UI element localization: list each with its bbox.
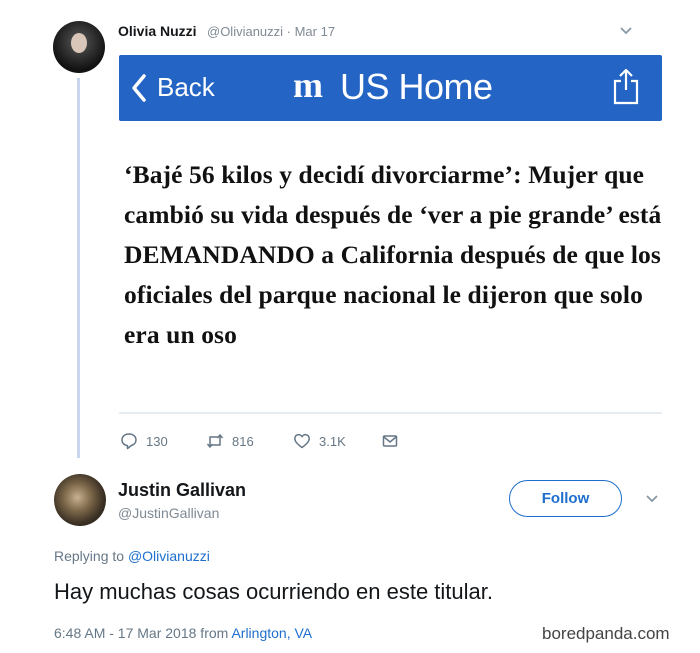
reply-count: 130 (146, 433, 168, 449)
author-name[interactable]: Justin Gallivan (118, 480, 246, 501)
retweet-action[interactable]: 816 (206, 430, 254, 452)
share-icon (613, 68, 639, 105)
back-label: Back (157, 72, 215, 102)
follow-button[interactable]: Follow (509, 480, 622, 517)
avatar[interactable] (53, 21, 105, 73)
replying-to: Replying to @Olivianuzzi (54, 548, 210, 564)
replying-mention-link[interactable]: @Olivianuzzi (128, 548, 210, 564)
tweet-location-link[interactable]: Arlington, VA (231, 625, 312, 641)
site-logo: m (293, 65, 323, 105)
card-divider (119, 412, 662, 414)
author-handle-date: @Olivianuzzi · Mar 17 (207, 24, 336, 39)
like-count: 3.1K (319, 433, 346, 449)
author-handle: @JustinGallivan (118, 505, 220, 521)
back-chevron-icon (132, 74, 146, 102)
site-home-label: US Home (340, 66, 493, 107)
retweet-icon (206, 433, 224, 449)
direct-message-action[interactable] (381, 430, 399, 452)
tweet-timestamp: 6:48 AM - 17 Mar 2018 from (54, 625, 229, 641)
tweet-meta: 6:48 AM - 17 Mar 2018 from Arlington, VA (54, 625, 312, 641)
thread-line (77, 78, 80, 458)
headline-text: ‘Bajé 56 kilos y decidí divorciarme’: Mu… (124, 160, 662, 349)
heart-icon (294, 433, 310, 449)
avatar[interactable] (54, 474, 106, 526)
chevron-down-icon[interactable] (618, 24, 634, 38)
reply-action[interactable]: 130 (120, 430, 168, 452)
envelope-icon (382, 435, 398, 447)
reply-icon (121, 433, 137, 450)
watermark: boredpanda.com (542, 624, 670, 643)
tweet-text: Hay muchas cosas ocurriendo en este titu… (54, 579, 494, 604)
retweet-count: 816 (232, 433, 254, 449)
replying-prefix: Replying to (54, 548, 125, 564)
like-action[interactable]: 3.1K (293, 430, 346, 452)
author-name[interactable]: Olivia Nuzzi (118, 23, 197, 39)
chevron-down-icon[interactable] (644, 492, 660, 506)
